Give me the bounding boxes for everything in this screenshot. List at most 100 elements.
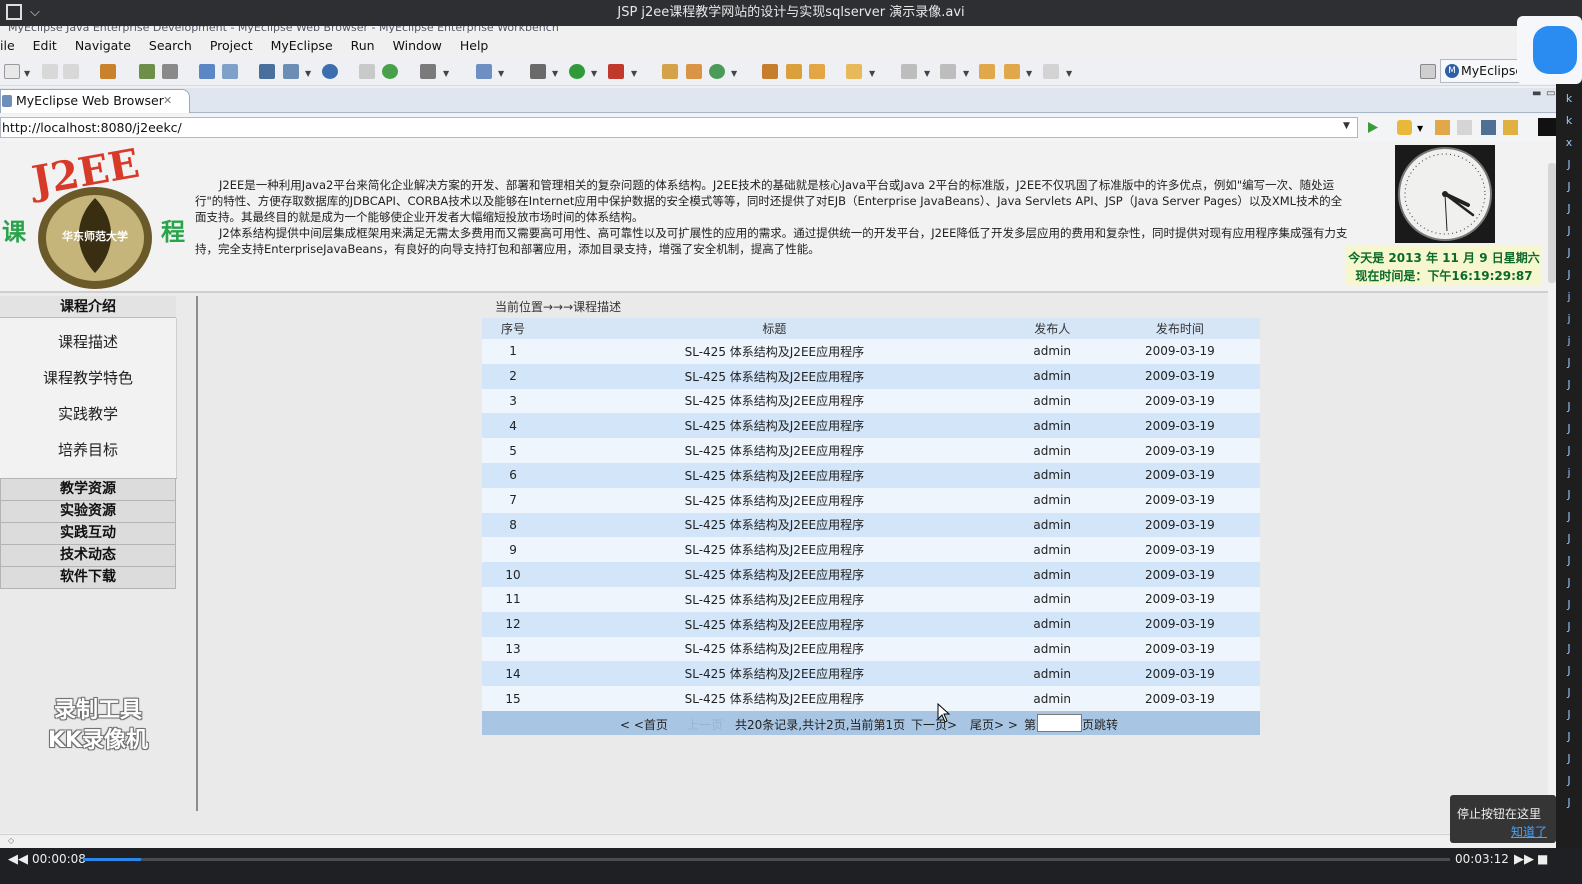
debug-dropdown-icon[interactable]: ▼ [552,69,558,78]
pager-last-link[interactable]: 尾页> > [970,716,1018,733]
prev-annotation-icon[interactable] [940,64,956,79]
stop-icon[interactable] [1481,120,1496,135]
pager-goto-suffix[interactable]: 页跳转 [1082,716,1118,733]
annotation-dropdown-icon[interactable]: ▼ [924,69,930,78]
cell-title[interactable]: SL-425 体系结构及J2EE应用程序 [544,413,1005,438]
rewind-icon[interactable]: ◀◀ [8,852,28,867]
run-dropdown-icon[interactable]: ▼ [591,69,597,78]
browser-icon[interactable] [222,64,238,79]
url-dropdown-icon[interactable]: ▼ [1343,121,1350,131]
new-wizard-icon[interactable] [476,64,492,79]
add-icon[interactable] [382,64,398,79]
vertical-scrollbar[interactable] [1548,143,1556,833]
menu-help[interactable]: Help [460,35,489,53]
new-dropdown-icon[interactable]: ▼ [24,69,30,78]
save-icon[interactable] [42,64,58,79]
sidebar-cat-teaching-resources[interactable]: 教学资源 [0,479,176,501]
tooltip-ok-link[interactable]: 知道了 [1457,823,1556,841]
server-dropdown-icon[interactable]: ▼ [305,69,311,78]
camera-icon[interactable] [420,64,436,79]
sidebar-cat-software-download[interactable]: 软件下载 [0,567,176,589]
open-icon[interactable] [359,64,375,79]
server-icon[interactable] [162,64,178,79]
folder-icon[interactable] [846,64,862,79]
refresh-dropdown-icon[interactable]: ▼ [731,69,737,78]
servers-icon[interactable] [259,64,275,79]
cell-title[interactable]: SL-425 体系结构及J2EE应用程序 [544,637,1005,662]
pager-prev-link[interactable]: 上一页 [687,716,723,733]
external-tools-icon[interactable] [608,64,624,79]
chevron-down-icon[interactable]: ⌵ [30,0,40,26]
cell-title[interactable]: SL-425 体系结构及J2EE应用程序 [544,612,1005,637]
cell-title[interactable]: SL-425 体系结构及J2EE应用程序 [544,562,1005,587]
menu-myeclipse[interactable]: MyEclipse [271,35,333,53]
sidebar-item-course-description[interactable]: 课程描述 [0,324,176,360]
player-menu-icon[interactable] [6,4,22,20]
menu-navigate[interactable]: Navigate [75,35,131,53]
deploy-icon[interactable] [199,64,215,79]
sidebar-cat-tech-news[interactable]: 技术动态 [0,545,176,567]
scrollbar-thumb[interactable] [1548,163,1556,283]
back-icon[interactable] [1004,64,1020,79]
camera-dropdown-icon[interactable]: ▼ [443,69,449,78]
url-input[interactable]: http://localhost:8080/j2eekc/ [0,117,1358,138]
debug-icon[interactable] [139,64,155,79]
browser-menu-icon[interactable] [1538,118,1556,136]
package-icon[interactable] [100,64,116,79]
cell-title[interactable]: SL-425 体系结构及J2EE应用程序 [544,339,1005,364]
new-icon[interactable] [4,64,20,79]
close-icon[interactable]: ✕ [163,90,172,112]
go-icon[interactable] [1365,120,1380,135]
bug-icon[interactable] [530,64,546,79]
app-logo-icon[interactable] [1517,16,1582,84]
fast-forward-icon[interactable]: ▶▶ [1514,852,1534,867]
run-icon[interactable] [569,64,585,79]
cell-title[interactable]: SL-425 体系结构及J2EE应用程序 [544,686,1005,711]
forward-icon[interactable] [1043,64,1059,79]
run-server-icon[interactable] [283,64,299,79]
stop-icon[interactable]: ■ [1537,852,1548,866]
menu-search[interactable]: Search [149,35,192,53]
page-number-input[interactable] [1037,713,1082,732]
open-type-icon[interactable] [762,64,778,79]
back-dropdown-icon[interactable]: ▼ [1026,69,1032,78]
cell-title[interactable]: SL-425 体系结构及J2EE应用程序 [544,661,1005,686]
open-perspective-icon[interactable] [1420,64,1436,79]
pager-first-link[interactable]: < <首页 [620,716,668,733]
pen-icon[interactable] [786,64,802,79]
cell-title[interactable]: SL-425 体系结构及J2EE应用程序 [544,513,1005,538]
menu-window[interactable]: Window [393,35,442,53]
menu-file[interactable]: ile [0,35,15,53]
last-edit-icon[interactable] [979,64,995,79]
forward-dropdown-icon[interactable]: ▼ [1066,69,1072,78]
tools-dropdown-icon[interactable]: ▼ [631,69,637,78]
browser-back-icon[interactable] [1435,120,1450,135]
cell-title[interactable]: SL-425 体系结构及J2EE应用程序 [544,389,1005,414]
cell-title[interactable]: SL-425 体系结构及J2EE应用程序 [544,587,1005,612]
cell-title[interactable]: SL-425 体系结构及J2EE应用程序 [544,537,1005,562]
wizard-dropdown-icon[interactable]: ▼ [498,69,504,78]
menu-run[interactable]: Run [351,35,375,53]
minimize-icon[interactable]: ▬ [1532,88,1541,99]
sidebar-head-course-intro[interactable]: 课程介绍 [0,296,176,318]
print-icon[interactable] [63,64,79,79]
browser-forward-icon[interactable] [1457,120,1472,135]
menu-edit[interactable]: Edit [33,35,57,53]
favorites-icon[interactable] [1397,120,1412,135]
browser-refresh-icon[interactable] [1503,120,1518,135]
sidebar-cat-practice-interaction[interactable]: 实践互动 [0,523,176,545]
refresh-icon[interactable] [709,64,725,79]
cell-title[interactable]: SL-425 体系结构及J2EE应用程序 [544,438,1005,463]
sidebar-cat-lab-resources[interactable]: 实验资源 [0,501,176,523]
folder-dropdown-icon[interactable]: ▼ [869,69,875,78]
new-class-icon[interactable] [662,64,678,79]
sidebar-item-practice-teaching[interactable]: 实践教学 [0,396,176,432]
sidebar-item-teaching-features[interactable]: 课程教学特色 [0,360,176,396]
web-browser-icon[interactable] [322,64,338,79]
cell-title[interactable]: SL-425 体系结构及J2EE应用程序 [544,364,1005,389]
maximize-icon[interactable]: ▭ [1546,88,1555,99]
progress-bar[interactable] [83,858,1450,861]
prev-dropdown-icon[interactable]: ▼ [963,69,969,78]
next-annotation-icon[interactable] [901,64,917,79]
favorites-dropdown-icon[interactable]: ▼ [1417,124,1423,133]
